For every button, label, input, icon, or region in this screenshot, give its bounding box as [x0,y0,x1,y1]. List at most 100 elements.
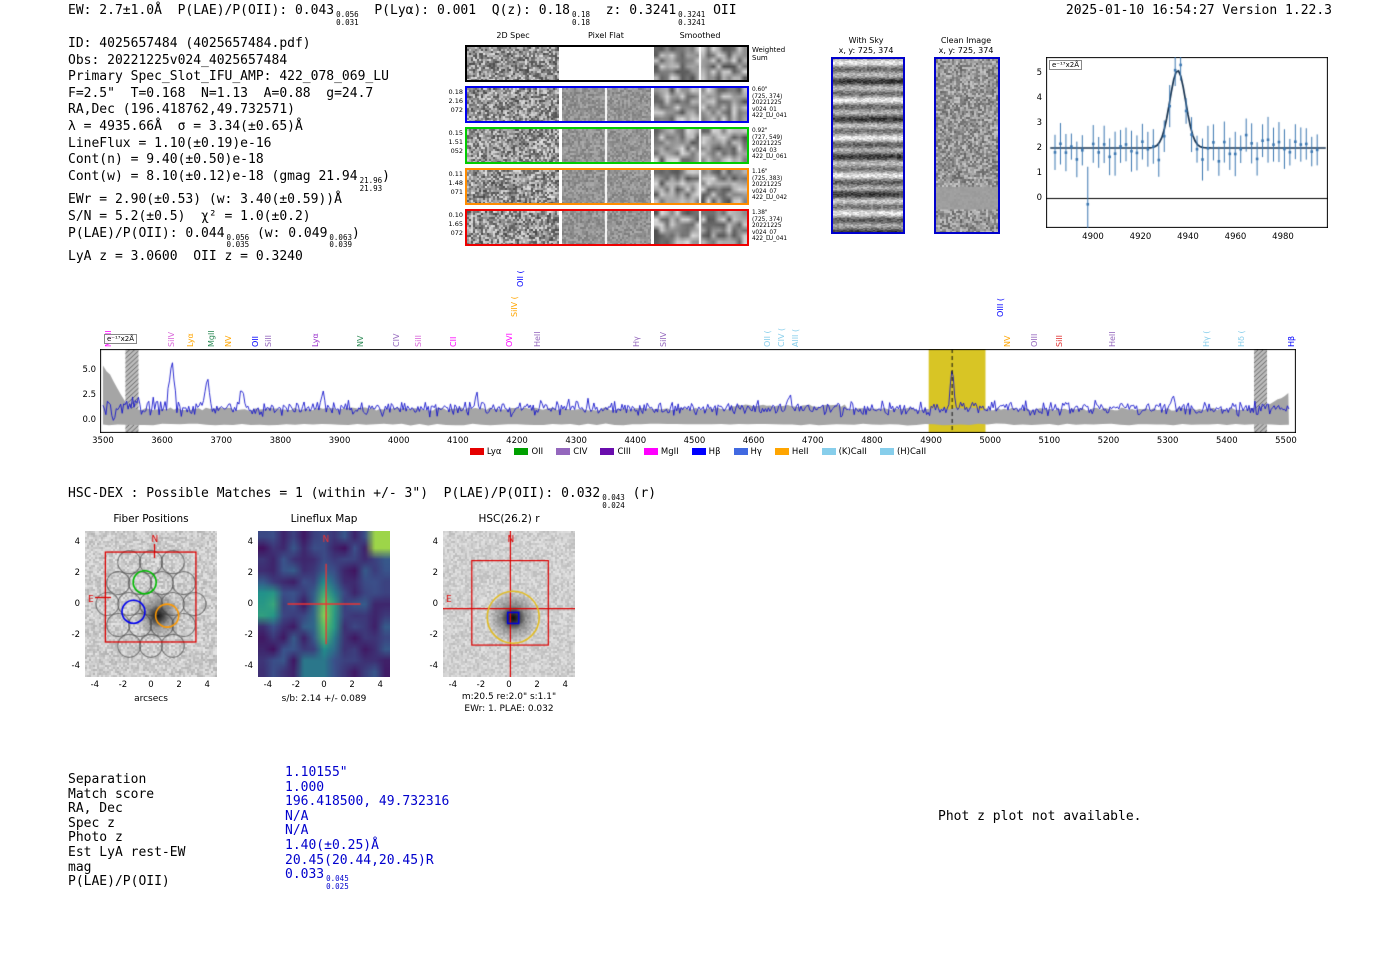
spectrum-line-legend: Lyα OII CIV CIII MgII Hβ Hγ HeII (K)CaII (H)CaII [100,447,1296,457]
summary-header-line: EW: 2.7±1.0Å P(LAE)/P(OII): 0.043 0.056 0.… [68,3,737,27]
cutout-0-xtick-2: 2 [176,680,182,690]
info-line-8: Cont(w) = 8.10(±0.12)e-18 (gmag 21.94 21.… [68,168,390,193]
col-header-2d-spec: 2D Spec [496,31,530,40]
full-spectrum-plot [100,349,1296,433]
fit-ytick-5: 5 [1036,68,1042,78]
legend-swatch [879,448,894,455]
legend-item-HeII: HeII [774,447,809,457]
spec2d-row-4-2dspec-strip [467,211,559,244]
spectrum-xtick-3500: 3500 [92,436,114,446]
photz-unavailable-note: Phot z plot not available. [938,809,1142,824]
emission-line-labels: MgIISiIVLyαMgIINVOIISiIILyαNVCIVSiIICIIO… [100,250,1296,349]
match-value-6: 20.45(20.44,20.45)R [285,852,434,868]
spec2d-row-1 [465,86,749,123]
fiber-positions-title: Fiber Positions [113,513,189,525]
hsc-cutout-title: HSC(26.2) r [478,513,540,525]
spec2d-row-3-2dspec-strip [467,170,559,203]
cutout-2-xtick--4: -4 [448,680,458,690]
spectrum-xtick-4900: 4900 [920,436,942,446]
emission-label-CIV: CIV ( [777,327,787,347]
emission-label-H: Hβ [1287,335,1297,347]
match-value-1: 1.000 [285,779,325,795]
fiber-positions-xlabel: arcsecs [134,694,168,704]
match-value-3: N/A [285,808,309,824]
legend-swatch [643,448,658,455]
spec2d-row-2-left-labels: 0.15 1.51 052 [448,129,463,155]
clean-image [934,57,1000,234]
spec2d-row-4-right-labels: 1.38" (725, 374) 20221225 v024_07 422_LU_041 [752,210,788,243]
spectrum-xtick-5400: 5400 [1215,436,1238,446]
match-label-0: Separation [68,772,147,787]
emission-label-HeII: HeII [533,331,543,347]
spec2d-row-0-right-labels: Weighted Sum [752,46,786,62]
cutout-2-ytick-0: 0 [432,599,438,609]
cutout-0-xtick--4: -4 [90,680,100,690]
legend-swatch [733,448,748,455]
emission-label-OIII: OIII [1030,333,1040,347]
cutout-0-ytick-4: 4 [74,537,80,547]
lineflux-map-cutout [258,531,390,677]
spectrum-ytick-2.5: 2.5 [82,390,96,400]
legend-swatch [821,448,836,455]
info-line-7: Cont(n) = 9.40(±0.50)e-18 [68,152,264,168]
cutout-0-ytick--2: -2 [71,630,80,640]
spec2d-row-3-smoothed-strip [654,170,747,203]
info-line-11: P(LAE)/P(OII): 0.044 0.056 0.035 (w: 0.049… [68,225,360,250]
emission-label-MgII: MgII [206,330,216,347]
fit-ytick-3: 3 [1036,118,1042,128]
cutout-1-ytick-0: 0 [247,599,253,609]
uncertainty-stack: 0.063 0.039 [329,232,352,250]
cutout-0-xtick-0: 0 [148,680,154,690]
with-sky-title: With Sky [848,36,884,45]
emission-label-SiII: SiII [414,334,423,347]
emission-label-H: Hγ [631,336,641,347]
legend-swatch [469,448,484,455]
cutout-2-xtick-2: 2 [534,680,540,690]
spectrum-xtick-4800: 4800 [861,436,883,446]
fit-xtick-4960: 4960 [1224,232,1247,242]
emission-label-HeII: HeII [1108,331,1118,347]
spec2d-row-3-pixelflat-strip [562,170,651,203]
line-fit-plot [1046,57,1328,228]
fit-ytick-0: 0 [1036,193,1042,203]
spectrum-xtick-4700: 4700 [801,436,824,446]
spectrum-ytick-5: 5.0 [82,365,96,375]
match-value-5: 1.40(±0.25)Å [285,837,379,853]
info-line-1: Obs: 20221225v024_4025657484 [68,52,288,68]
spec2d-row-4 [465,209,749,246]
cutout-2-ytick-2: 2 [432,568,438,578]
match-value-0: 1.10155" [285,765,348,780]
emission-label-OIII: OIII ( [996,297,1006,317]
fiber-positions-cutout [85,531,217,677]
spectrum-ylabel: e⁻¹⁷x2Å [104,334,137,344]
uncertainty-stack: 0.3241 0.3241 [678,10,706,27]
cutout-1-ytick-4: 4 [247,537,253,547]
info-line-10: S/N = 5.2(±0.5) χ² = 1.0(±0.2) [68,208,311,224]
fit-ytick-2: 2 [1036,143,1042,153]
legend-item-MgII: MgII [643,447,679,457]
emission-label-OII: OII ( [515,270,525,287]
cutout-1-xtick--2: -2 [291,680,301,690]
cutout-2-ytick--4: -4 [429,661,438,671]
clean-image-xy-label: x, y: 725, 374 [938,46,994,55]
spec2d-row-1-smoothed-strip [654,88,747,121]
col-header-pixel-flat: Pixel Flat [588,31,624,40]
legend-item-H: Hγ [733,447,762,457]
info-line-4: RA,Dec (196.418762,49.732571) [68,102,295,118]
emission-label-CII: CII [449,336,459,347]
cutout-2-ytick--2: -2 [429,630,438,640]
spectrum-xtick-4100: 4100 [447,436,469,446]
spectrum-xtick-4500: 4500 [683,436,706,446]
match-table-labels: Separation Match score RA, Dec Spec z Photo … [68,772,185,890]
cutout-0-ytick-0: 0 [74,599,80,609]
cutout-1-xtick-4: 4 [377,680,383,690]
with-sky-image [831,57,905,234]
emission-label-SiIV: SiIV [166,331,176,347]
emission-label-NV: NV [223,335,233,347]
emission-label-Ly: Lyα [185,333,195,347]
cutout-1-xtick--4: -4 [263,680,273,690]
uncertainty-stack: 21.96 21.93 [359,175,383,193]
legend-swatch [600,448,615,455]
detection-info-block: ID: 4025657484 (4025657484.pdf) Obs: 2022… [68,36,390,266]
spectrum-xtick-3700: 3700 [210,436,233,446]
